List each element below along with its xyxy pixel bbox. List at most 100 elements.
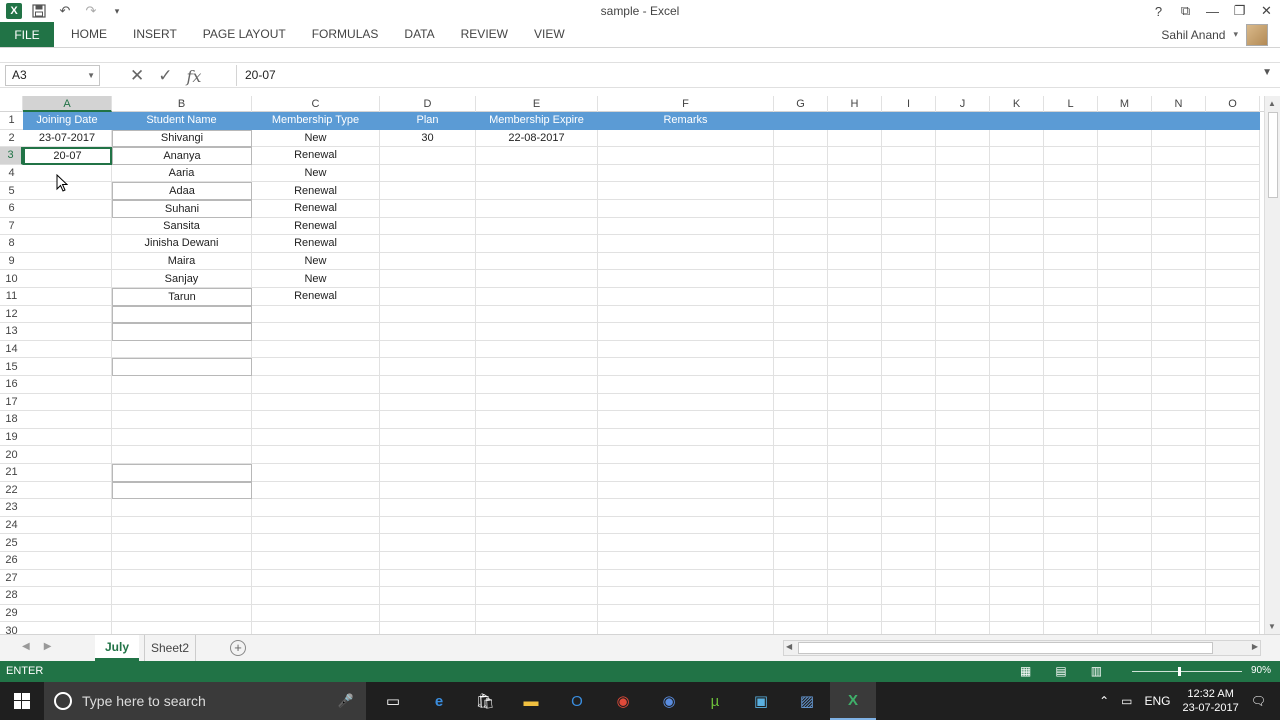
cell-n10[interactable] xyxy=(1152,270,1206,288)
cell-l8[interactable] xyxy=(1044,235,1098,253)
cell-n4[interactable] xyxy=(1152,164,1206,183)
cell-l22[interactable] xyxy=(1044,481,1098,500)
cell-l29[interactable] xyxy=(1044,604,1098,623)
cell-c17[interactable] xyxy=(252,393,380,412)
cell-o7[interactable] xyxy=(1206,217,1260,236)
cell-b28[interactable] xyxy=(112,587,252,605)
cell-k25[interactable] xyxy=(990,534,1044,552)
cell-e16[interactable] xyxy=(476,376,598,394)
cell-k14[interactable] xyxy=(990,340,1044,359)
cell-k23[interactable] xyxy=(990,499,1044,517)
cell-n25[interactable] xyxy=(1152,534,1206,552)
cell-i10[interactable] xyxy=(882,270,936,288)
cell-a7[interactable] xyxy=(23,217,112,236)
cell-d10[interactable] xyxy=(380,270,476,288)
cell-b20[interactable] xyxy=(112,446,252,464)
cell-e22[interactable] xyxy=(476,481,598,500)
cell-o24[interactable] xyxy=(1206,516,1260,535)
cell-k7[interactable] xyxy=(990,217,1044,236)
cell-e13[interactable] xyxy=(476,323,598,341)
cancel-icon[interactable]: ✕ xyxy=(130,66,144,86)
cell-d21[interactable] xyxy=(380,464,476,482)
cell-b24[interactable] xyxy=(112,516,252,535)
cell-d11[interactable] xyxy=(380,288,476,306)
cell-n29[interactable] xyxy=(1152,604,1206,623)
row-header[interactable]: 26 xyxy=(0,552,23,570)
cell-c27[interactable] xyxy=(252,569,380,588)
maximize-button[interactable]: ❐ xyxy=(1226,0,1253,22)
chrome-alt-icon[interactable]: ◉ xyxy=(646,682,692,720)
cell-j29[interactable] xyxy=(936,604,990,623)
cell-g1[interactable] xyxy=(774,112,828,130)
cell-g21[interactable] xyxy=(774,464,828,482)
cell-b3[interactable]: Ananya xyxy=(112,147,252,165)
cell-c6[interactable]: Renewal xyxy=(252,200,380,218)
cell-d19[interactable] xyxy=(380,428,476,447)
cell-k2[interactable] xyxy=(990,129,1044,148)
column-header-o[interactable]: O xyxy=(1206,96,1260,112)
cell-d4[interactable] xyxy=(380,164,476,183)
close-button[interactable]: ✕ xyxy=(1253,0,1280,22)
cell-o8[interactable] xyxy=(1206,235,1260,253)
cell-m10[interactable] xyxy=(1098,270,1152,288)
cell-e5[interactable] xyxy=(476,182,598,200)
cell-b29[interactable] xyxy=(112,604,252,623)
cell-c3[interactable]: Renewal xyxy=(252,147,380,165)
cell-d27[interactable] xyxy=(380,569,476,588)
tab-data[interactable]: DATA xyxy=(391,22,447,47)
cell-j8[interactable] xyxy=(936,235,990,253)
outlook-icon[interactable]: O xyxy=(554,682,600,720)
row-header[interactable]: 27 xyxy=(0,570,23,588)
tab-page-layout[interactable]: PAGE LAYOUT xyxy=(190,22,299,47)
cell-a14[interactable] xyxy=(23,340,112,359)
cell-b16[interactable] xyxy=(112,376,252,394)
photos-icon[interactable]: ▨ xyxy=(784,682,830,720)
cell-n27[interactable] xyxy=(1152,569,1206,588)
name-box[interactable]: A3 ▼ xyxy=(5,65,100,86)
cell-i18[interactable] xyxy=(882,411,936,429)
cell-k16[interactable] xyxy=(990,376,1044,394)
media-app-icon[interactable]: ▣ xyxy=(738,682,784,720)
cell-c16[interactable] xyxy=(252,376,380,394)
formula-input[interactable]: 20-07 xyxy=(236,65,1256,86)
cell-f24[interactable] xyxy=(598,516,774,535)
edge-icon[interactable]: e xyxy=(416,682,462,720)
cell-e3[interactable] xyxy=(476,147,598,165)
cell-j5[interactable] xyxy=(936,182,990,200)
cell-g25[interactable] xyxy=(774,534,828,552)
column-header-a[interactable]: A xyxy=(23,96,112,112)
notifications-icon[interactable]: 🗨 xyxy=(1251,694,1266,708)
cell-o30[interactable] xyxy=(1206,622,1260,634)
cell-i25[interactable] xyxy=(882,534,936,552)
cell-k27[interactable] xyxy=(990,569,1044,588)
cell-g3[interactable] xyxy=(774,147,828,165)
column-header-f[interactable]: F xyxy=(598,96,774,112)
row-header[interactable]: 18 xyxy=(0,411,23,429)
row-header[interactable]: 8 xyxy=(0,235,23,253)
cell-g4[interactable] xyxy=(774,164,828,183)
cell-h18[interactable] xyxy=(828,411,882,429)
cell-o11[interactable] xyxy=(1206,288,1260,306)
cell-l23[interactable] xyxy=(1044,499,1098,517)
cell-d5[interactable] xyxy=(380,182,476,200)
cell-i13[interactable] xyxy=(882,323,936,341)
cell-g11[interactable] xyxy=(774,288,828,306)
cell-f11[interactable] xyxy=(598,288,774,306)
cell-m11[interactable] xyxy=(1098,288,1152,306)
cell-f4[interactable] xyxy=(598,164,774,183)
cell-j20[interactable] xyxy=(936,446,990,464)
scroll-right-icon[interactable]: ▶ xyxy=(1252,642,1258,651)
column-header-m[interactable]: M xyxy=(1098,96,1152,112)
row-header[interactable]: 12 xyxy=(0,306,23,324)
cell-n26[interactable] xyxy=(1152,552,1206,570)
cell-o2[interactable] xyxy=(1206,129,1260,148)
cell-i4[interactable] xyxy=(882,164,936,183)
cell-l4[interactable] xyxy=(1044,164,1098,183)
expand-formula-bar-icon[interactable]: ▼ xyxy=(1262,67,1272,78)
cell-g16[interactable] xyxy=(774,376,828,394)
cell-e27[interactable] xyxy=(476,569,598,588)
cell-h29[interactable] xyxy=(828,604,882,623)
row-header[interactable]: 7 xyxy=(0,218,23,236)
cell-l25[interactable] xyxy=(1044,534,1098,552)
cell-c9[interactable]: New xyxy=(252,252,380,271)
